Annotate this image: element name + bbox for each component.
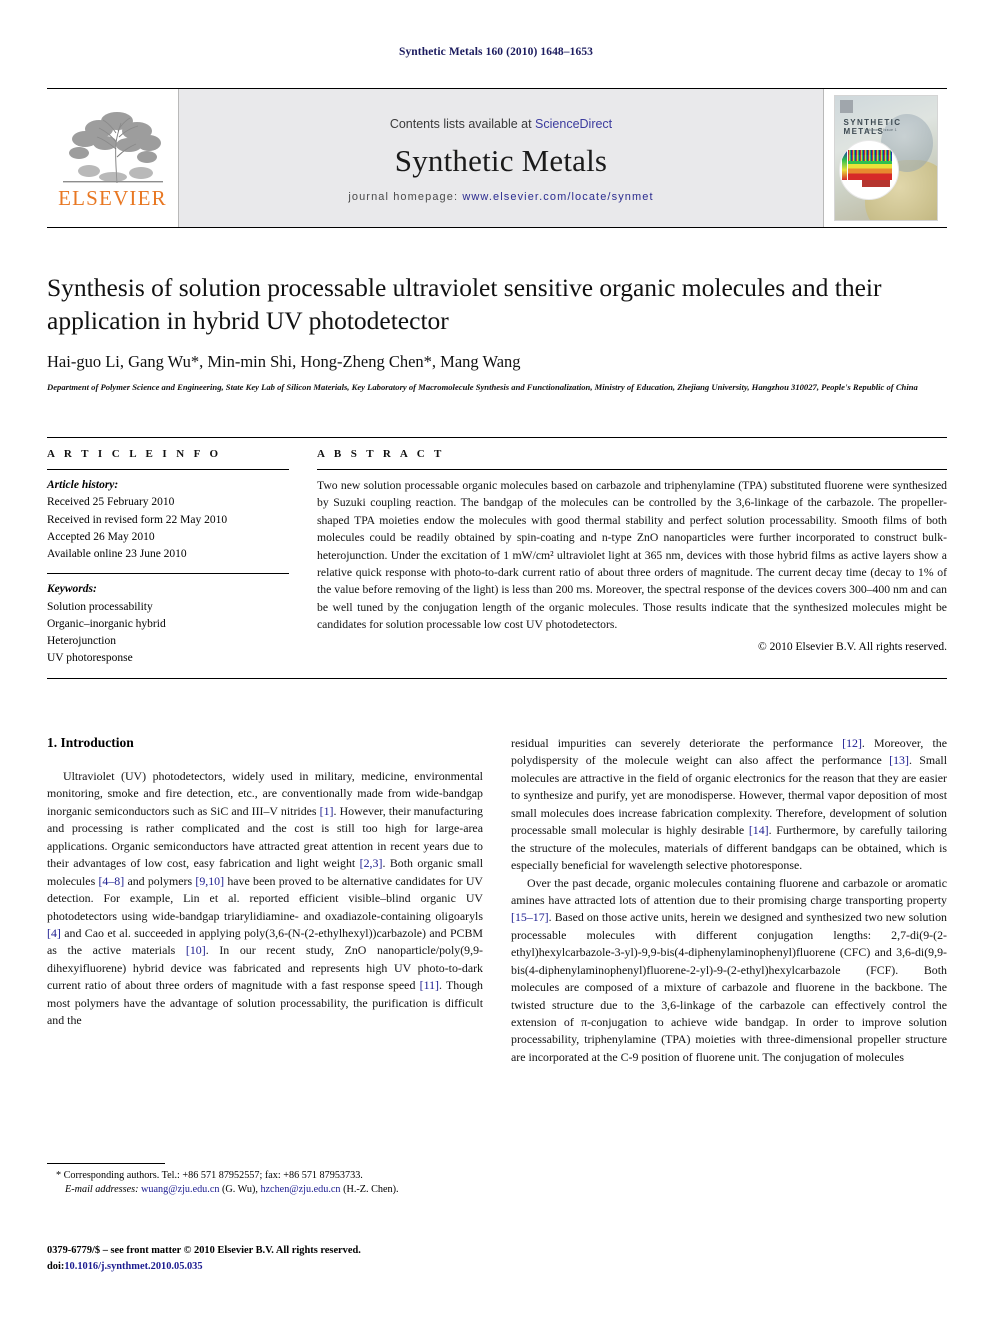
article-history-accepted: Accepted 26 May 2010 [47,530,155,543]
journal-cover-thumbnail[interactable]: SYNTHETIC METALS Volume 1 Issue 1 [823,89,947,227]
page-title: Synthesis of solution processable ultrav… [47,273,882,335]
doi-label: doi: [47,1260,65,1272]
elsevier-wordmark: ELSEVIER [58,186,167,210]
journal-title: Synthetic Metals [394,143,608,178]
citation-link[interactable]: [4–8] [98,874,124,888]
citation-link[interactable]: [15–17] [511,910,549,924]
contents-available-line: Contents lists available at ScienceDirec… [390,117,612,131]
divider [47,573,289,575]
homepage-label: journal homepage: [348,191,459,203]
divider [317,469,947,470]
corresponding-author-note: * Corresponding authors. Tel.: +86 571 8… [56,1170,363,1181]
paragraph: Ultraviolet (UV) photodetectors, widely … [47,768,483,1030]
email-owner-chen: (H.-Z. Chen). [340,1184,399,1196]
author-list: Hai-guo Li, Gang Wu*, Min-min Shi, Hong-… [47,352,521,371]
journal-homepage-line: journal homepage: www.elsevier.com/locat… [348,191,653,203]
issn-copyright-block: 0379-6779/$ – see front matter © 2010 El… [47,1243,547,1274]
cover-art: SYNTHETIC METALS Volume 1 Issue 1 [833,95,938,221]
article-history-revised: Received in revised form 22 May 2010 [47,513,228,526]
keyword-item: Heterojunction [47,635,116,647]
abstract-heading: A B S T R A C T [317,448,445,460]
section-title-introduction: 1. Introduction [47,735,134,750]
citation-link[interactable]: [11] [420,978,439,992]
citation-link[interactable]: [1] [320,804,334,818]
keyword-item: Solution processability [47,600,153,613]
citation-link[interactable]: [12] [842,736,862,750]
email-owner-wu: (G. Wu), [219,1184,261,1196]
paragraph-text: Over the past decade, organic molecules … [511,875,947,907]
citation-link[interactable]: [9,10] [195,874,224,888]
footnote-divider [47,1163,165,1164]
body-column-left: 1. Introduction Ultraviolet (UV) photode… [47,735,483,1066]
cover-colorbar [841,150,847,180]
cover-inset-figure [838,140,899,200]
paper-page: Synthetic Metals 160 (2010) 1648–1653 EL… [0,0,992,1323]
sciencedirect-link[interactable]: ScienceDirect [535,117,612,131]
paragraph-text: residual impurities can severely deterio… [511,736,843,750]
footnote-block: * Corresponding authors. Tel.: +86 571 8… [47,1163,483,1198]
doi-line: doi:10.1016/j.synthmet.2010.05.035 [47,1259,547,1275]
abstract-text: Two new solution processable organic mol… [317,479,947,631]
cover-badge [861,180,890,187]
body-columns: 1. Introduction Ultraviolet (UV) photode… [47,735,947,1066]
abstract-column: A B S T R A C T Two new solution process… [317,448,947,668]
article-info-abstract-panel: A R T I C L E I N F O Article history: R… [47,437,947,679]
cover-spectrum-noise [847,150,892,161]
issn-line: 0379-6779/$ – see front matter © 2010 El… [47,1245,361,1256]
email-label: E-mail addresses: [65,1184,139,1196]
citation-link[interactable]: [2,3] [360,856,383,870]
citation-link[interactable]: [13] [889,753,909,767]
cover-journal-subtitle: Volume 1 Issue 1 [864,128,897,132]
homepage-url[interactable]: www.elsevier.com/locate/synmet [462,191,653,203]
paragraph: Over the past decade, organic molecules … [511,875,947,1067]
keyword-item: Organic–inorganic hybrid [47,617,166,630]
article-history-label: Article history: [47,479,119,491]
article-info-column: A R T I C L E I N F O Article history: R… [47,448,289,668]
elsevier-logo: ELSEVIER [47,89,179,227]
paragraph-text: and polymers [124,873,196,888]
email-link-chen[interactable]: hzchen@zju.edu.cn [260,1184,340,1195]
divider [47,469,289,470]
email-addresses-note: E-mail addresses: wuang@zju.edu.cn (G. W… [47,1183,483,1197]
citation-link[interactable]: [4] [47,926,61,940]
contents-prefix: Contents lists available at [389,117,536,131]
running-head: Synthetic Metals 160 (2010) 1648–1653 [398,46,594,58]
cover-journal-title: SYNTHETIC METALS [843,118,902,136]
elsevier-tree-icon [62,112,163,184]
journal-masthead: ELSEVIER Contents lists available at Sci… [47,88,947,228]
paragraph-text: . Based on those active units, herein we… [511,910,947,1064]
email-link-wu[interactable]: wuang@zju.edu.cn [141,1184,219,1195]
citation-link[interactable]: [10] [186,943,206,957]
keywords-label: Keywords: [47,583,97,596]
article-info-heading: A R T I C L E I N F O [47,448,222,460]
keyword-item: UV photoresponse [47,652,133,665]
article-history-received: Received 25 February 2010 [47,496,175,509]
article-history-online: Available online 23 June 2010 [47,548,187,560]
citation-link[interactable]: [14] [749,823,769,837]
cover-elsevier-mark-icon [839,100,853,113]
body-column-right: residual impurities can severely deterio… [511,735,947,1066]
doi-link[interactable]: 10.1016/j.synthmet.2010.05.035 [64,1261,202,1272]
masthead-center: Contents lists available at ScienceDirec… [179,89,823,227]
abstract-copyright: © 2010 Elsevier B.V. All rights reserved… [758,641,947,654]
affiliation: Department of Polymer Science and Engine… [47,382,918,392]
paragraph: residual impurities can severely deterio… [511,735,947,875]
